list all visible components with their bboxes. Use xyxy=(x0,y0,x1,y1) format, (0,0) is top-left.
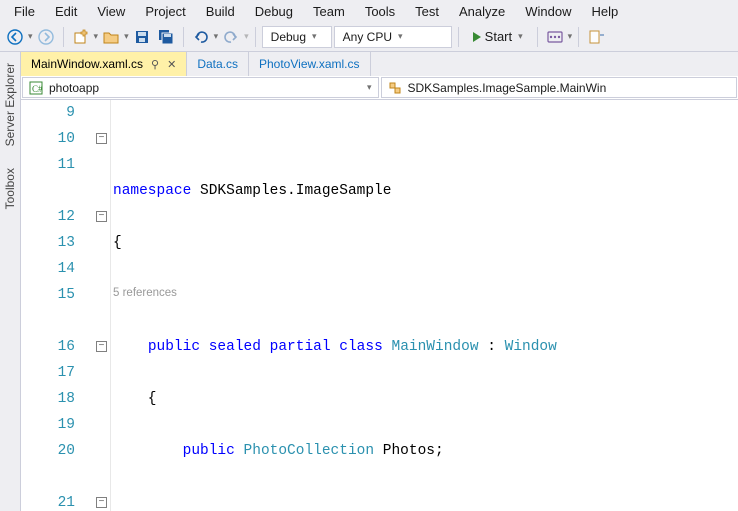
fold-toggle[interactable]: − xyxy=(96,211,107,222)
side-tab-strip: Server Explorer Toolbox xyxy=(0,52,21,511)
tab-label: MainWindow.xaml.cs xyxy=(31,57,143,71)
class-icon xyxy=(388,81,402,95)
menu-test[interactable]: Test xyxy=(405,2,449,21)
menu-project[interactable]: Project xyxy=(135,2,195,21)
start-label: Start xyxy=(485,29,512,44)
line-number-gutter: 9 10 11 12 13 14 15 16 17 18 19 20 21 22… xyxy=(21,100,93,511)
svg-text:C#: C# xyxy=(32,84,43,94)
config-value: Debug xyxy=(271,30,306,44)
close-icon[interactable]: ✕ xyxy=(167,58,176,71)
member-text: SDKSamples.ImageSample.MainWin xyxy=(408,81,731,95)
tab-label: Data.cs xyxy=(197,57,238,71)
browser-link-button[interactable] xyxy=(544,26,566,48)
nav-back-button[interactable] xyxy=(4,26,26,48)
code-body[interactable]: namespace SDKSamples.ImageSample { 5 ref… xyxy=(111,100,738,511)
navigation-bar: C# photoapp ▾ SDKSamples.ImageSample.Mai… xyxy=(21,76,738,100)
menu-debug[interactable]: Debug xyxy=(245,2,303,21)
outline-margin[interactable]: − − − − xyxy=(93,100,111,511)
platform-dropdown[interactable]: Any CPU▾ xyxy=(334,26,452,48)
menu-help[interactable]: Help xyxy=(582,2,629,21)
menu-file[interactable]: File xyxy=(4,2,45,21)
scope-dropdown[interactable]: C# photoapp ▾ xyxy=(22,77,379,98)
menu-view[interactable]: View xyxy=(87,2,135,21)
save-button[interactable] xyxy=(131,26,153,48)
toolbar: ▾ ▾ ▾ ▾ ▾ Debug▾ Any CPU▾ Start▾ ▾ xyxy=(0,22,738,52)
redo-button[interactable] xyxy=(220,26,242,48)
menu-analyze[interactable]: Analyze xyxy=(449,2,515,21)
open-file-button[interactable] xyxy=(100,26,122,48)
scope-text: photoapp xyxy=(49,81,361,95)
editor-pane: MainWindow.xaml.cs ⚲ ✕ Data.cs PhotoView… xyxy=(21,52,738,511)
tab-data[interactable]: Data.cs xyxy=(187,52,249,76)
codelens[interactable]: 5 references xyxy=(113,280,177,306)
undo-button[interactable] xyxy=(190,26,212,48)
menu-team[interactable]: Team xyxy=(303,2,355,21)
pin-icon[interactable]: ⚲ xyxy=(151,58,159,71)
tab-mainwindow[interactable]: MainWindow.xaml.cs ⚲ ✕ xyxy=(21,52,187,76)
menu-tools[interactable]: Tools xyxy=(355,2,405,21)
tab-label: PhotoView.xaml.cs xyxy=(259,57,360,71)
document-tabs: MainWindow.xaml.cs ⚲ ✕ Data.cs PhotoView… xyxy=(21,52,738,76)
fold-toggle[interactable]: − xyxy=(96,341,107,352)
fold-toggle[interactable]: − xyxy=(96,133,107,144)
find-in-files-button[interactable] xyxy=(585,26,607,48)
cs-file-icon: C# xyxy=(29,81,43,95)
server-explorer-tab[interactable]: Server Explorer xyxy=(1,56,19,153)
tab-photoview[interactable]: PhotoView.xaml.cs xyxy=(249,52,371,76)
config-dropdown[interactable]: Debug▾ xyxy=(262,26,332,48)
play-icon xyxy=(473,32,481,42)
menu-edit[interactable]: Edit xyxy=(45,2,87,21)
nav-fwd-button[interactable] xyxy=(35,26,57,48)
fold-toggle[interactable]: − xyxy=(96,497,107,508)
menu-build[interactable]: Build xyxy=(196,2,245,21)
menu-window[interactable]: Window xyxy=(515,2,581,21)
platform-value: Any CPU xyxy=(343,30,392,44)
new-project-button[interactable] xyxy=(70,26,92,48)
toolbox-tab[interactable]: Toolbox xyxy=(1,161,19,216)
save-all-button[interactable] xyxy=(155,26,177,48)
member-dropdown[interactable]: SDKSamples.ImageSample.MainWin xyxy=(381,77,738,98)
menu-bar: File Edit View Project Build Debug Team … xyxy=(0,0,738,22)
start-debug-button[interactable]: Start▾ xyxy=(465,26,531,48)
code-editor[interactable]: 9 10 11 12 13 14 15 16 17 18 19 20 21 22… xyxy=(21,100,738,511)
